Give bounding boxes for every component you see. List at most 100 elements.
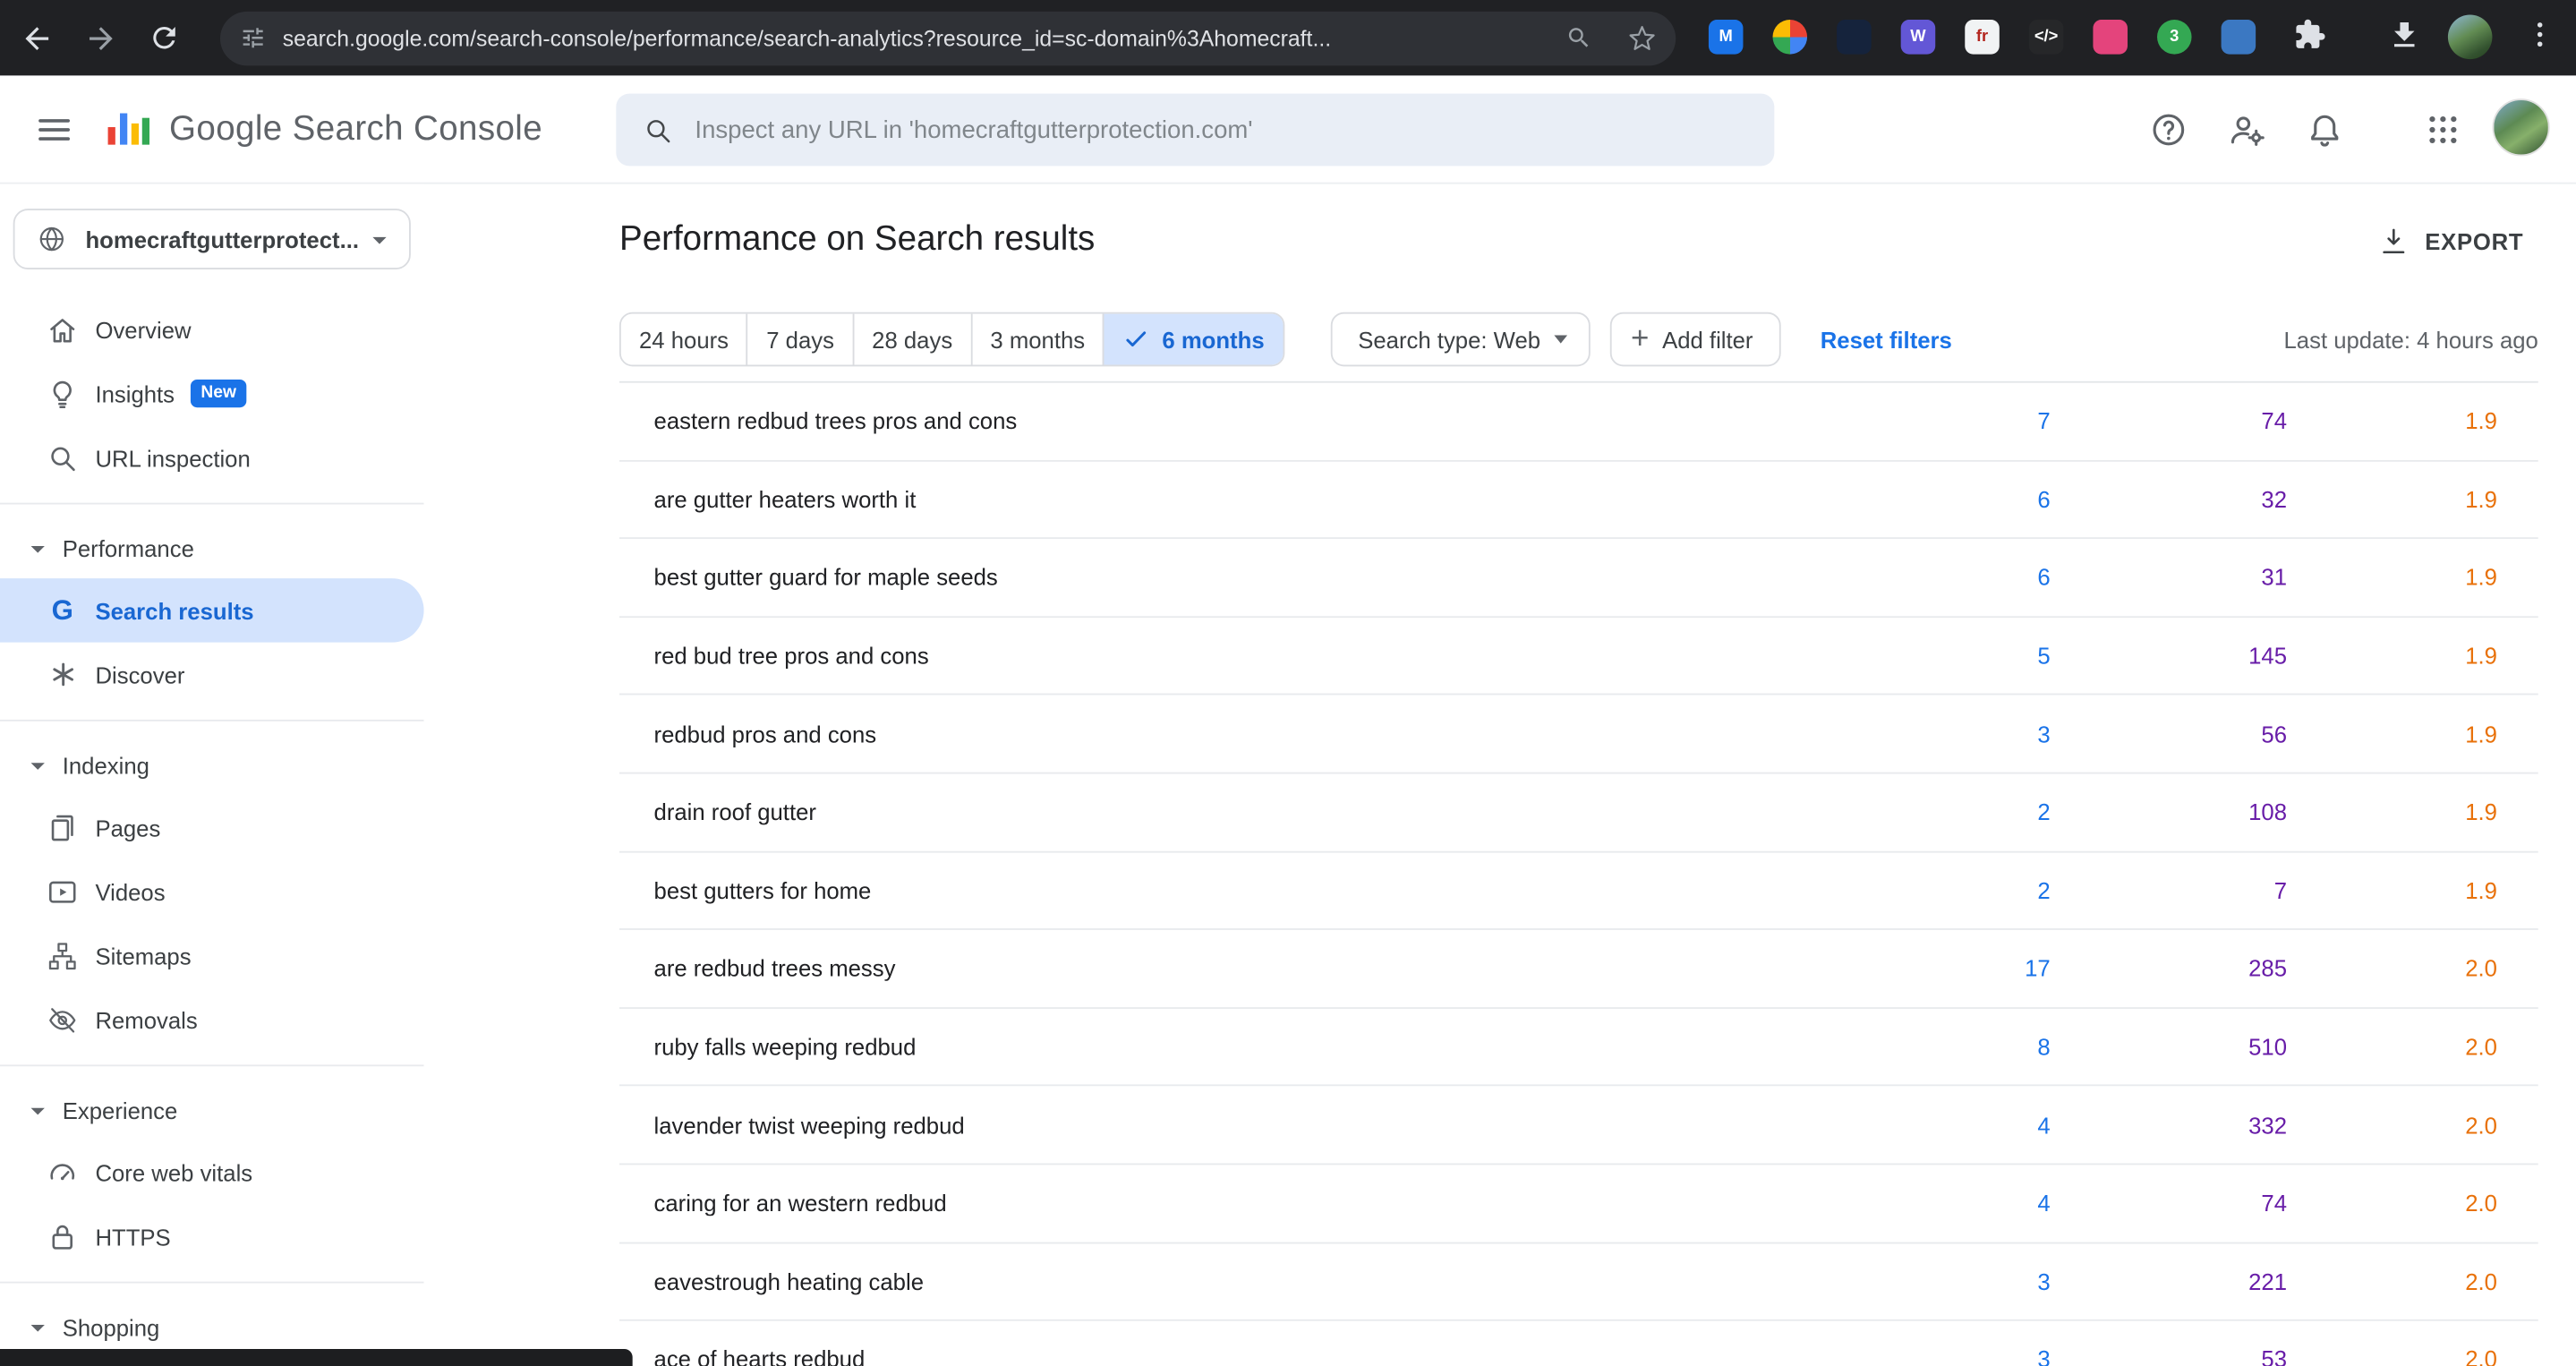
- property-selector[interactable]: homecraftgutterprotect...: [13, 209, 411, 269]
- sidebar-item-insights[interactable]: Insights New: [0, 362, 424, 426]
- globe-icon: [36, 224, 67, 255]
- query-cell[interactable]: are gutter heaters worth it: [654, 486, 1854, 512]
- sidebar-item-removals[interactable]: Removals: [0, 987, 424, 1052]
- query-cell[interactable]: lavender twist weeping redbud: [654, 1112, 1854, 1138]
- export-button[interactable]: EXPORT: [2377, 225, 2523, 258]
- sidebar-item-https[interactable]: HTTPS: [0, 1204, 424, 1268]
- table-row[interactable]: are redbud trees messy 17 285 2.0: [619, 930, 2538, 1008]
- impressions-cell: 108: [2051, 799, 2287, 825]
- google-g-icon: G: [43, 594, 82, 628]
- table-row[interactable]: are gutter heaters worth it 6 32 1.9: [619, 461, 2538, 539]
- sidebar-section-experience[interactable]: Experience: [0, 1080, 424, 1140]
- bookmark-star-icon[interactable]: [1628, 24, 1656, 52]
- clicks-cell: 3: [1853, 1268, 2050, 1294]
- browser-forward-button[interactable]: [81, 18, 120, 57]
- sidebar-section-performance[interactable]: Performance: [0, 517, 424, 578]
- extension-icon-dark[interactable]: [1837, 20, 1872, 55]
- sidebar: homecraftgutterprotect... Overview Insig…: [0, 184, 424, 1366]
- app-logo[interactable]: Google Search Console: [105, 107, 542, 151]
- position-cell: 1.9: [2287, 877, 2497, 903]
- clicks-cell: 3: [1853, 1346, 2050, 1366]
- url-inspect-searchbox[interactable]: [616, 94, 1774, 166]
- sidebar-item-overview[interactable]: Overview: [0, 297, 424, 362]
- query-cell[interactable]: best gutters for home: [654, 877, 1854, 903]
- sidebar-item-core-web-vitals[interactable]: Core web vitals: [0, 1140, 424, 1205]
- range-button-6-months[interactable]: 6 months: [1103, 314, 1282, 365]
- table-row[interactable]: best gutter guard for maple seeds 6 31 1…: [619, 539, 2538, 617]
- table-row[interactable]: ruby falls weeping redbud 8 510 2.0: [619, 1009, 2538, 1087]
- extensions-puzzle-icon[interactable]: [2293, 18, 2326, 51]
- extension-icon-fr[interactable]: fr: [1965, 20, 2000, 55]
- browser-menu-icon[interactable]: [2523, 18, 2556, 51]
- back-arrow-icon: [19, 21, 54, 55]
- zoom-icon[interactable]: [1565, 25, 1591, 51]
- sidebar-section-indexing[interactable]: Indexing: [0, 734, 424, 795]
- range-button-3-months[interactable]: 3 months: [970, 314, 1103, 365]
- lightbulb-icon: [43, 377, 82, 410]
- browser-reload-button[interactable]: [145, 18, 184, 57]
- clicks-cell: 7: [1853, 408, 2050, 434]
- query-cell[interactable]: ace of hearts redbud: [654, 1346, 1854, 1366]
- chevron-down-icon: [363, 223, 397, 256]
- sidebar-item-pages[interactable]: Pages: [0, 795, 424, 859]
- table-row[interactable]: redbud pros and cons 3 56 1.9: [619, 696, 2538, 773]
- query-cell[interactable]: drain roof gutter: [654, 799, 1854, 825]
- query-cell[interactable]: red bud tree pros and cons: [654, 643, 1854, 669]
- range-button-28-days[interactable]: 28 days: [852, 314, 970, 365]
- table-row[interactable]: eavestrough heating cable 3 221 2.0: [619, 1243, 2538, 1321]
- search-type-dropdown[interactable]: Search type: Web: [1330, 312, 1590, 367]
- browser-back-button[interactable]: [16, 18, 55, 57]
- query-cell[interactable]: are redbud trees messy: [654, 955, 1854, 981]
- extension-icon-colorwheel[interactable]: [1773, 20, 1808, 55]
- extension-icon-code[interactable]: </>: [2029, 20, 2064, 55]
- google-apps-grid-icon[interactable]: [2423, 110, 2462, 149]
- extension-icon-w[interactable]: W: [1901, 20, 1936, 55]
- query-cell[interactable]: best gutter guard for maple seeds: [654, 564, 1854, 590]
- table-row[interactable]: best gutters for home 2 7 1.9: [619, 852, 2538, 930]
- sidebar-item-discover[interactable]: Discover: [0, 643, 424, 707]
- table-row[interactable]: lavender twist weeping redbud 4 332 2.0: [619, 1087, 2538, 1165]
- table-row[interactable]: caring for an western redbud 4 74 2.0: [619, 1165, 2538, 1242]
- clicks-cell: 3: [1853, 721, 2050, 747]
- range-button-24-hours[interactable]: 24 hours: [621, 314, 746, 365]
- help-icon[interactable]: [2149, 110, 2188, 149]
- chevron-down-icon: [21, 1311, 55, 1344]
- sidebar-item-search-results[interactable]: G Search results: [0, 578, 424, 643]
- site-settings-icon[interactable]: [240, 25, 266, 51]
- manage-users-icon[interactable]: [2228, 110, 2267, 149]
- table-row[interactable]: drain roof gutter 2 108 1.9: [619, 773, 2538, 851]
- extension-icon-pink[interactable]: [2093, 20, 2128, 55]
- add-filter-button[interactable]: + Add filter: [1609, 312, 1781, 367]
- table-row[interactable]: ace of hearts redbud 3 53 2.0: [619, 1321, 2538, 1366]
- query-cell[interactable]: ruby falls weeping redbud: [654, 1034, 1854, 1060]
- extension-icon-green-badge[interactable]: 3: [2157, 20, 2192, 55]
- position-cell: 1.9: [2287, 486, 2497, 512]
- query-cell[interactable]: eastern redbud trees pros and cons: [654, 408, 1854, 434]
- range-button-7-days[interactable]: 7 days: [746, 314, 852, 365]
- property-name: homecraftgutterprotect...: [85, 226, 363, 252]
- date-range-selector: 24 hours 7 days 28 days 3 months 6 month…: [619, 312, 1284, 367]
- extension-icon-blue[interactable]: [2222, 20, 2256, 55]
- query-cell[interactable]: redbud pros and cons: [654, 721, 1854, 747]
- query-cell[interactable]: eavestrough heating cable: [654, 1268, 1854, 1294]
- extension-icon-m[interactable]: M: [1709, 20, 1744, 55]
- clicks-cell: 2: [1853, 799, 2050, 825]
- sidebar-item-videos[interactable]: Videos: [0, 859, 424, 924]
- query-cell[interactable]: caring for an western redbud: [654, 1190, 1854, 1216]
- new-badge: New: [191, 380, 246, 406]
- divider: [0, 720, 424, 721]
- table-row[interactable]: eastern redbud trees pros and cons 7 74 …: [619, 383, 2538, 461]
- sidebar-item-sitemaps[interactable]: Sitemaps: [0, 924, 424, 988]
- reset-filters-link[interactable]: Reset filters: [1821, 326, 1952, 352]
- table-row[interactable]: red bud tree pros and cons 5 145 1.9: [619, 618, 2538, 696]
- search-input[interactable]: [695, 115, 1774, 143]
- downloads-icon[interactable]: [2387, 18, 2422, 53]
- pages-icon: [43, 811, 82, 844]
- menu-hamburger-icon[interactable]: [35, 110, 74, 158]
- notifications-bell-icon[interactable]: [2305, 110, 2344, 149]
- account-avatar[interactable]: [2492, 98, 2549, 156]
- impressions-cell: 32: [2051, 486, 2287, 512]
- browser-profile-avatar[interactable]: [2448, 15, 2493, 60]
- sidebar-item-url-inspection[interactable]: URL inspection: [0, 425, 424, 490]
- address-bar[interactable]: search.google.com/search-console/perform…: [220, 11, 1676, 65]
